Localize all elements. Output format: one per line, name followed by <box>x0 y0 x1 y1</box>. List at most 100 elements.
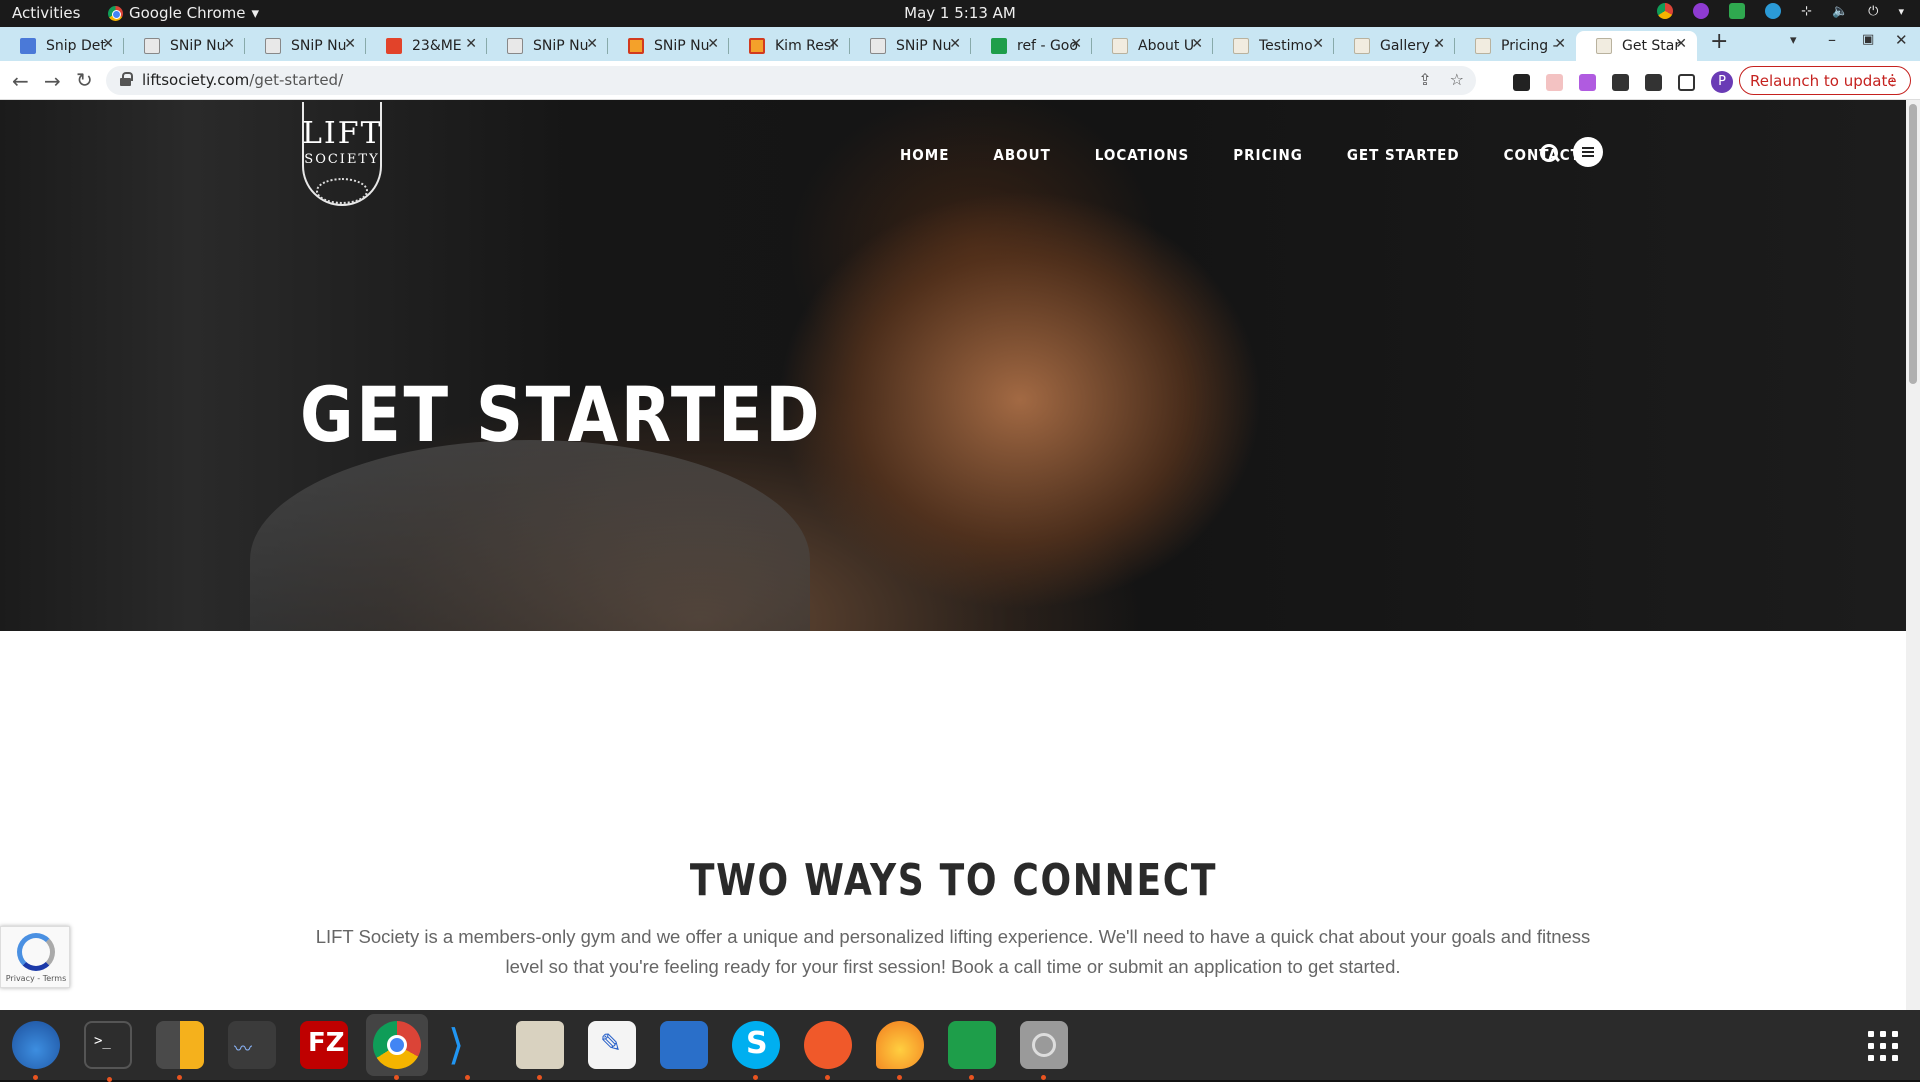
back-icon[interactable]: ← <box>12 69 29 93</box>
tab[interactable]: Gallery - ✕ <box>1334 31 1455 61</box>
sheet-icon <box>991 38 1007 54</box>
tab[interactable]: SNiP Nu ✕ <box>245 31 366 61</box>
system-tray[interactable]: ⊹ 🔈 ⏻ ▾ <box>1657 3 1904 19</box>
chrome-dock-item[interactable] <box>366 1014 428 1080</box>
search-icon[interactable] <box>1540 144 1560 164</box>
nav-about[interactable]: ABOUT <box>993 146 1050 164</box>
tab[interactable]: Snip Det ✕ <box>0 31 124 61</box>
close-icon[interactable]: ✕ <box>223 36 235 52</box>
side-panel-icon[interactable] <box>1678 73 1695 91</box>
url-text[interactable]: liftsociety.com/get-started/ <box>142 71 343 89</box>
terminal-icon[interactable]: >_ <box>84 1021 132 1082</box>
nav-get-started[interactable]: GET STARTED <box>1347 146 1460 164</box>
puzzle-icon[interactable] <box>1612 73 1629 91</box>
nav-locations[interactable]: LOCATIONS <box>1095 146 1189 164</box>
tab-active[interactable]: Get Star ✕ <box>1576 31 1697 61</box>
tab[interactable]: Pricing - ✕ <box>1455 31 1576 61</box>
web-page: LIFT SOCIETY HOME ABOUT LOCATIONS PRICIN… <box>0 100 1906 1010</box>
files-icon[interactable] <box>516 1021 564 1080</box>
calculator-icon[interactable] <box>156 1021 204 1080</box>
close-icon[interactable]: ✕ <box>1070 36 1082 52</box>
extension-tray-icon[interactable] <box>1693 3 1710 19</box>
tab[interactable]: SNiP Nu ✕ <box>487 31 608 61</box>
close-icon[interactable]: ✕ <box>1312 36 1324 52</box>
skype-icon[interactable]: S <box>732 1021 780 1080</box>
volume-icon[interactable]: 🔈 <box>1832 4 1848 19</box>
profile-avatar[interactable]: P <box>1711 71 1733 93</box>
recaptcha-icon <box>17 933 55 971</box>
tab[interactable]: SNiP Nu ✕ <box>124 31 245 61</box>
orange-icon <box>628 38 644 54</box>
lock-icon[interactable] <box>120 72 133 86</box>
menu-icon[interactable] <box>1573 137 1603 167</box>
share-icon[interactable]: ⇪ <box>1418 70 1431 89</box>
scrollbar-thumb[interactable] <box>1909 104 1917 384</box>
close-icon[interactable]: ✕ <box>1554 36 1566 52</box>
lift-icon <box>1596 38 1612 54</box>
text-editor-icon[interactable]: ✎ <box>588 1021 636 1069</box>
system-top-bar: Activities Google Chrome ▾ May 1 5:13 AM… <box>0 0 1920 27</box>
more-vert-icon[interactable]: ⋮ <box>1885 71 1900 89</box>
update-tray-icon[interactable] <box>1729 3 1746 19</box>
close-icon[interactable]: ✕ <box>102 36 114 52</box>
network-icon[interactable]: ⊹ <box>1801 4 1812 19</box>
filezilla-icon[interactable]: FZ <box>300 1021 348 1069</box>
relaunch-button[interactable]: Relaunch to update ⋮ <box>1739 66 1911 95</box>
recaptcha-badge[interactable]: Privacy - Terms <box>0 926 70 988</box>
tab-search-icon[interactable]: ▾ <box>1790 33 1797 48</box>
nav-pricing[interactable]: PRICING <box>1233 146 1303 164</box>
page-scrollbar[interactable] <box>1906 100 1920 1010</box>
close-icon[interactable]: ✕ <box>1675 36 1687 52</box>
tab[interactable]: ref - Goo ✕ <box>971 31 1092 61</box>
forward-icon[interactable]: → <box>44 69 61 93</box>
close-icon[interactable]: ✕ <box>344 36 356 52</box>
tab[interactable]: SNiP Nu ✕ <box>850 31 971 61</box>
reload-icon[interactable]: ↻ <box>76 68 93 92</box>
close-icon[interactable]: ✕ <box>465 36 477 52</box>
tab[interactable]: Kim Resi ✕ <box>729 31 850 61</box>
tab[interactable]: About U ✕ <box>1092 31 1213 61</box>
download-icon[interactable] <box>1645 73 1662 91</box>
disks-icon[interactable] <box>1020 1021 1068 1080</box>
tab[interactable]: Testimo ✕ <box>1213 31 1334 61</box>
tab[interactable]: SNiP Nu ✕ <box>608 31 729 61</box>
extensions-area: P <box>1513 71 1733 93</box>
close-icon[interactable]: ✕ <box>949 36 961 52</box>
site-logo[interactable]: LIFT SOCIETY <box>302 102 382 206</box>
lift-icon <box>1112 38 1128 54</box>
close-icon[interactable]: ✕ <box>586 36 598 52</box>
close-icon[interactable]: ✕ <box>707 36 719 52</box>
extension-icon[interactable] <box>1546 73 1563 91</box>
thunderbird-icon[interactable] <box>12 1021 60 1080</box>
restore-icon[interactable]: ▣ <box>1862 32 1874 47</box>
nav-home[interactable]: HOME <box>900 146 949 164</box>
show-apps-icon[interactable] <box>1868 1031 1898 1061</box>
tab[interactable]: 23&ME ✕ <box>366 31 487 61</box>
bookmark-star-icon[interactable]: ☆ <box>1450 70 1464 89</box>
hero-banner: LIFT SOCIETY HOME ABOUT LOCATIONS PRICIN… <box>0 100 1906 631</box>
power-icon[interactable]: ⏻ <box>1868 4 1878 19</box>
close-window-icon[interactable]: ✕ <box>1895 31 1908 49</box>
chevron-down-icon[interactable]: ▾ <box>1898 5 1904 18</box>
eyedropper-icon[interactable] <box>1513 73 1530 91</box>
libreoffice-calc-icon[interactable] <box>948 1021 996 1080</box>
close-icon[interactable]: ✕ <box>1433 36 1445 52</box>
snip-icon <box>507 38 523 54</box>
chrome-tray-icon[interactable] <box>1657 3 1674 19</box>
system-monitor-icon[interactable]: 〰 <box>228 1021 276 1069</box>
sync-tray-icon[interactable] <box>1765 3 1782 19</box>
blender-icon[interactable] <box>876 1021 924 1080</box>
address-bar[interactable]: liftsociety.com/get-started/ ⇪ ☆ <box>106 66 1476 95</box>
close-icon[interactable]: ✕ <box>1191 36 1203 52</box>
section-title: TWO WAYS TO CONNECT <box>689 855 1217 906</box>
dock: >_ 〰 FZ ⟩ ✎ S <box>0 1010 1920 1082</box>
clock[interactable]: May 1 5:13 AM <box>0 4 1920 22</box>
vscode-icon[interactable]: ⟩ <box>444 1021 492 1080</box>
libreoffice-writer-icon[interactable] <box>660 1021 708 1069</box>
inkscape-icon[interactable] <box>804 1021 852 1080</box>
close-icon[interactable]: ✕ <box>828 36 840 52</box>
snip-icon <box>144 38 160 54</box>
new-tab-button[interactable]: + <box>1710 29 1728 54</box>
minimize-icon[interactable]: – <box>1828 30 1836 49</box>
pen-extension-icon[interactable] <box>1579 73 1596 91</box>
